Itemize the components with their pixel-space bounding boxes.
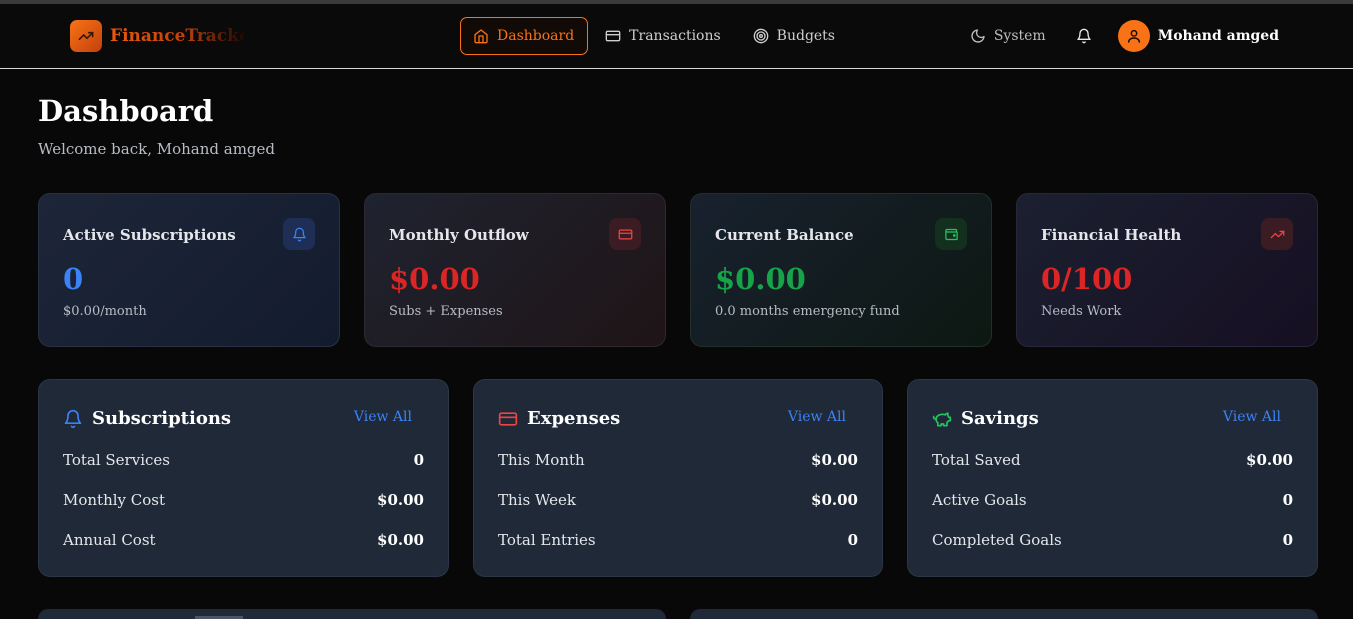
nav-dashboard-label: Dashboard: [497, 28, 575, 44]
wallet-icon: [935, 218, 967, 250]
panel-title: Subscriptions: [92, 408, 232, 429]
stat-card-current-balance: Current Balance $0.00 0.0 months emergen…: [690, 193, 992, 347]
list-item: Annual Cost $0.00: [63, 531, 424, 549]
row-label: Completed Goals: [932, 531, 1062, 549]
list-item: Total Saved $0.00: [932, 451, 1293, 469]
home-icon: [474, 29, 488, 44]
list-item: This Week $0.00: [498, 491, 858, 509]
trending-up-icon: [70, 20, 102, 52]
stat-card-financial-health: Financial Health 0/100 Needs Work: [1016, 193, 1318, 347]
user-icon: [1127, 29, 1140, 43]
row-value: 0: [847, 531, 858, 549]
nav-transactions[interactable]: Transactions: [590, 17, 736, 55]
row-label: Monthly Cost: [63, 491, 166, 509]
moon-icon: [971, 29, 985, 43]
notifications-button[interactable]: [1076, 28, 1092, 44]
brand-logo[interactable]: FinanceTracker: [70, 20, 244, 52]
list-item: Monthly Cost $0.00: [63, 491, 424, 509]
list-item: Active Goals 0: [932, 491, 1293, 509]
row-label: This Week: [498, 491, 576, 509]
row-value: 0: [1282, 491, 1293, 509]
stat-card-monthly-outflow: Monthly Outflow $0.00 Subs + Expenses: [364, 193, 666, 347]
stat-label: Monthly Outflow: [389, 226, 529, 244]
subscriptions-panel: Subscriptions View All Total Services 0 M…: [38, 379, 449, 577]
stat-label: Financial Health: [1041, 226, 1182, 244]
row-label: Active Goals: [932, 491, 1027, 509]
list-item: This Month $0.00: [498, 451, 858, 469]
piggy-bank-icon: [932, 411, 952, 426]
panel-title: Expenses: [527, 408, 621, 429]
view-all-subscriptions-link[interactable]: View All: [354, 409, 412, 425]
row-label: Total Saved: [932, 451, 1021, 469]
panel-header: Subscriptions: [63, 408, 231, 429]
list-item: Completed Goals 0: [932, 531, 1293, 549]
stat-value: 0/100: [1041, 262, 1133, 296]
stat-subtext: Subs + Expenses: [389, 304, 503, 319]
credit-card-icon: [605, 30, 621, 42]
theme-toggle[interactable]: System: [970, 28, 1046, 44]
row-value: $0.00: [811, 491, 858, 509]
stat-value: $0.00: [715, 262, 806, 296]
row-value: 0: [413, 451, 424, 469]
bottom-card-left: [38, 609, 666, 619]
stat-label: Active Subscriptions: [63, 226, 236, 244]
row-value: $0.00: [1246, 451, 1293, 469]
theme-label: System: [993, 28, 1046, 44]
expenses-panel: Expenses View All This Month $0.00 This W…: [473, 379, 883, 577]
target-icon: [753, 28, 769, 44]
brand-name: FinanceTracker: [110, 26, 244, 46]
top-navbar: FinanceTracker Dashboard Transactions Bu…: [0, 4, 1353, 69]
credit-card-icon: [498, 411, 518, 426]
bell-icon: [64, 409, 82, 428]
row-label: Total Services: [63, 451, 170, 469]
trending-up-icon: [1261, 218, 1293, 250]
panel-header: Savings: [932, 408, 1039, 429]
page-title: Dashboard: [38, 94, 214, 128]
stat-value: $0.00: [389, 262, 480, 296]
list-item: Total Services 0: [63, 451, 424, 469]
bottom-card-right: [690, 609, 1318, 619]
row-label: Total Entries: [498, 531, 596, 549]
stat-value: 0: [63, 262, 84, 296]
user-menu[interactable]: Mohand amged: [1117, 20, 1279, 52]
nav-budgets[interactable]: Budgets: [738, 17, 850, 55]
row-value: $0.00: [811, 451, 858, 469]
bell-icon: [283, 218, 315, 250]
row-value: 0: [1282, 531, 1293, 549]
list-item: Total Entries 0: [498, 531, 858, 549]
user-name: Mohand amged: [1157, 28, 1279, 44]
row-value: $0.00: [377, 491, 424, 509]
panel-header: Expenses: [498, 408, 620, 429]
savings-panel: Savings View All Total Saved $0.00 Active…: [907, 379, 1318, 577]
stat-card-active-subscriptions: Active Subscriptions 0 $0.00/month: [38, 193, 340, 347]
view-all-expenses-link[interactable]: View All: [788, 409, 846, 425]
stat-subtext: $0.00/month: [63, 304, 147, 319]
panel-title: Savings: [961, 408, 1039, 429]
view-all-savings-link[interactable]: View All: [1223, 409, 1281, 425]
main-nav: Dashboard Transactions Budgets: [460, 17, 852, 55]
nav-dashboard[interactable]: Dashboard: [460, 17, 589, 55]
row-label: Annual Cost: [63, 531, 156, 549]
stat-subtext: 0.0 months emergency fund: [715, 304, 900, 319]
row-value: $0.00: [377, 531, 424, 549]
nav-actions: System Mohand amged: [970, 20, 1279, 52]
nav-transactions-label: Transactions: [629, 28, 721, 44]
avatar: [1117, 20, 1150, 52]
nav-budgets-label: Budgets: [776, 28, 835, 44]
stat-label: Current Balance: [715, 226, 854, 244]
row-label: This Month: [498, 451, 585, 469]
stat-subtext: Needs Work: [1041, 304, 1122, 319]
welcome-message: Welcome back, Mohand amged: [38, 140, 276, 158]
credit-card-icon: [609, 218, 641, 250]
bell-icon: [1077, 28, 1091, 44]
